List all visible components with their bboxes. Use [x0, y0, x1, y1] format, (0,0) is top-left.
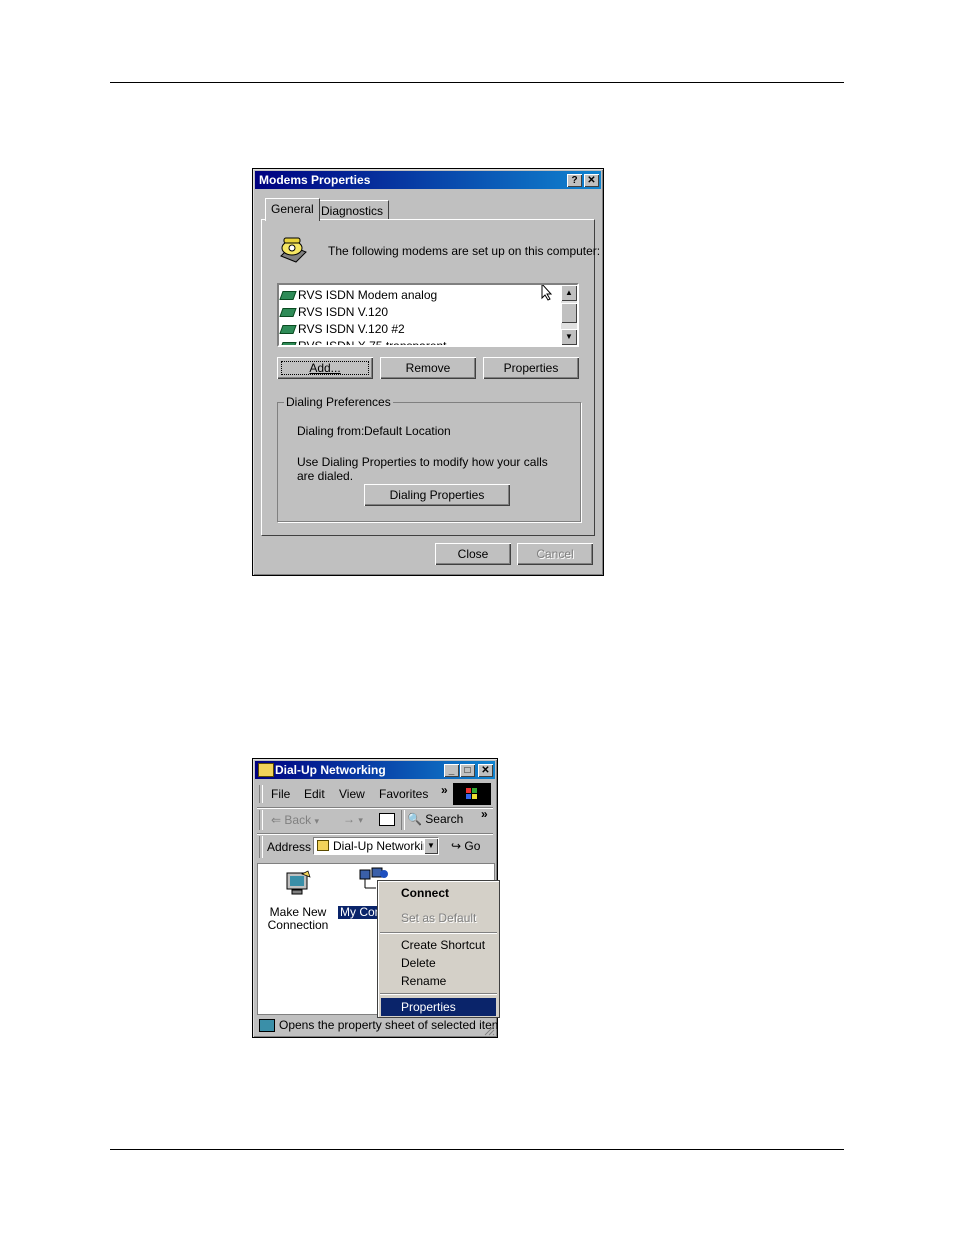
dial-up-folder-icon: [258, 763, 274, 777]
menu-separator: [380, 993, 497, 995]
address-dropdown-icon[interactable]: ▼: [424, 838, 438, 854]
modem-icon: [279, 325, 297, 335]
modem-list-intro: The following modems are set up on this …: [328, 244, 601, 258]
header-rule: [110, 82, 844, 83]
address-label: Address: [267, 840, 312, 854]
dialog-titlebar: Modems Properties ? ✕: [255, 171, 601, 189]
toolbar-separator: [401, 810, 405, 830]
modems-properties-dialog: Modems Properties ? ✕ General Diagnostic…: [252, 168, 604, 576]
dialing-properties-button[interactable]: Dialing Properties: [364, 484, 510, 506]
maximize-icon[interactable]: □: [460, 764, 475, 777]
cancel-button: Cancel: [517, 543, 593, 565]
search-button[interactable]: 🔍 Search: [407, 812, 463, 826]
scroll-thumb[interactable]: [561, 303, 577, 323]
modem-listbox[interactable]: RVS ISDN Modem analog RVS ISDN V.120 RVS…: [277, 283, 579, 347]
menu-edit[interactable]: Edit: [304, 787, 325, 801]
standard-toolbar: ⇐ Back ▾ → ▾ 🔍 Search »: [257, 807, 493, 832]
address-grip: [259, 836, 263, 858]
minimize-icon[interactable]: _: [444, 764, 459, 777]
general-tab-panel: The following modems are set up on this …: [261, 219, 600, 536]
dialog-title: Modems Properties: [259, 173, 371, 187]
dialing-preferences-label: Dialing Preferences: [284, 395, 393, 409]
menu-item-set-default: Set as Default: [401, 911, 477, 925]
up-folder-icon[interactable]: [379, 813, 395, 826]
menu-item-rename[interactable]: Rename: [381, 972, 496, 990]
toolbar-grip: [259, 810, 263, 830]
close-button[interactable]: Close: [435, 543, 511, 565]
toolbar-chevron-icon[interactable]: »: [481, 807, 488, 821]
scroll-down-icon[interactable]: ▼: [561, 329, 577, 345]
go-arrow-icon: ↪: [451, 839, 462, 853]
status-monitor-icon: [259, 1019, 275, 1032]
add-button[interactable]: Add...: [277, 357, 373, 379]
back-button[interactable]: ⇐ Back ▾: [271, 813, 319, 827]
dial-up-small-icon: [317, 840, 329, 851]
dun-titlebar: Dial-Up Networking _ □ ✕: [255, 761, 495, 779]
menu-grip: [259, 785, 263, 803]
modem-list-scrollbar[interactable]: ▲ ▼: [561, 285, 577, 345]
footer-rule: [110, 1149, 844, 1150]
dialing-from-value: Default Location: [364, 424, 451, 438]
menu-item-create-shortcut[interactable]: Create Shortcut: [381, 936, 496, 954]
dialing-hint: Use Dialing Properties to modify how you…: [297, 455, 548, 483]
help-icon[interactable]: ?: [567, 174, 582, 187]
tab-diagnostics[interactable]: Diagnostics: [315, 200, 390, 220]
resize-grip-icon[interactable]: [483, 1023, 495, 1036]
list-item[interactable]: RVS ISDN X.75 transparent: [279, 338, 577, 345]
remove-button[interactable]: Remove: [380, 357, 476, 379]
menu-favorites[interactable]: Favorites: [379, 787, 428, 801]
back-arrow-icon: ⇐: [271, 813, 282, 827]
dun-title: Dial-Up Networking: [275, 763, 386, 777]
tab-general[interactable]: General: [265, 198, 320, 221]
mouse-cursor-icon: [541, 285, 553, 306]
make-new-connection-label: Make New Connection: [267, 905, 329, 932]
telephone-modem-icon: [278, 234, 308, 264]
menu-file[interactable]: File: [271, 787, 290, 801]
modem-list: RVS ISDN Modem analog RVS ISDN V.120 RVS…: [279, 285, 577, 345]
scroll-up-icon[interactable]: ▲: [561, 285, 577, 301]
close-icon[interactable]: ✕: [478, 764, 493, 777]
list-item[interactable]: RVS ISDN Modem analog: [279, 287, 577, 304]
close-icon[interactable]: ✕: [584, 174, 599, 187]
menu-separator: [380, 932, 497, 934]
dialing-from-label: Dialing from:: [297, 424, 365, 438]
list-item[interactable]: RVS ISDN V.120: [279, 304, 577, 321]
address-bar: Address Dial-Up Networkin ▼ ↪ Go: [257, 833, 493, 860]
menu-item-delete[interactable]: Delete: [381, 954, 496, 972]
menu-view[interactable]: View: [339, 787, 365, 801]
menu-item-properties[interactable]: Properties: [381, 998, 496, 1016]
address-value: Dial-Up Networkin: [333, 839, 430, 853]
modem-icon: [279, 308, 297, 318]
search-icon: 🔍: [407, 812, 422, 826]
go-button[interactable]: ↪ Go: [451, 839, 480, 853]
modem-icon: [279, 291, 297, 301]
connection-context-menu: Connect Set as Default Create Shortcut D…: [377, 880, 500, 1018]
focus-rect: [281, 361, 369, 375]
forward-button[interactable]: → ▾: [343, 812, 363, 826]
modem-icon: [279, 342, 297, 345]
windows-logo-icon: [453, 783, 491, 805]
make-new-connection-icon[interactable]: [284, 870, 312, 898]
properties-button[interactable]: Properties: [483, 357, 579, 379]
address-combobox[interactable]: Dial-Up Networkin ▼: [313, 837, 439, 855]
menu-chevron-icon[interactable]: »: [441, 783, 448, 797]
status-text: Opens the property sheet of selected ite…: [279, 1018, 499, 1032]
list-item[interactable]: RVS ISDN V.120 #2: [279, 321, 577, 338]
dialing-preferences-group: Dialing Preferences Dialing from: Defaul…: [277, 395, 581, 522]
status-bar: Opens the property sheet of selected ite…: [257, 1017, 499, 1036]
menu-bar: File Edit View Favorites »: [257, 783, 493, 805]
menu-item-connect[interactable]: Connect: [381, 884, 496, 902]
